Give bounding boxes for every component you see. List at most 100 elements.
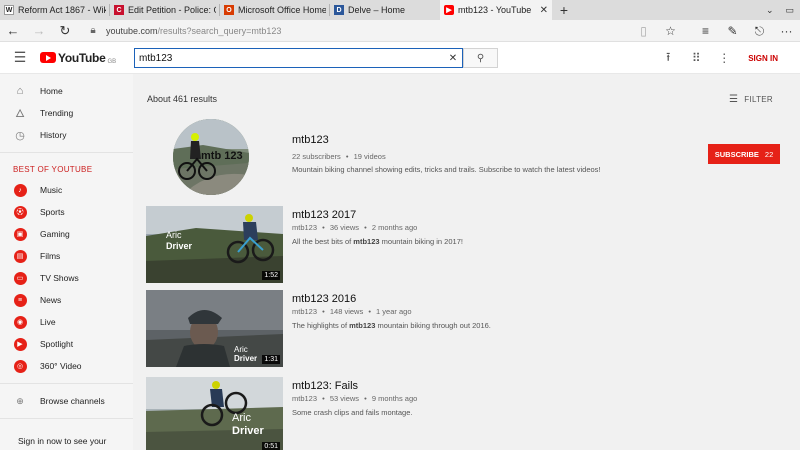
video-channel-link[interactable]: mtb123 [292, 307, 317, 316]
reading-view-icon[interactable]: ▯ [630, 20, 657, 42]
sidebar-item-tv-shows[interactable]: ▭ TV Shows [0, 267, 133, 289]
share-icon[interactable]: ⎋ [746, 20, 773, 42]
gaming-icon: ▣ [13, 227, 27, 241]
forward-icon[interactable]: → [26, 20, 52, 42]
sports-icon: ⚽︎ [13, 205, 27, 219]
browser-tab[interactable]: W Reform Act 1867 - Wikipedi [0, 0, 110, 20]
search-input[interactable] [135, 52, 444, 64]
sign-in-prompt: Sign in now to see your channels and rec… [18, 436, 107, 450]
video-description: All the best bits of mtb123 mountain bik… [292, 237, 463, 246]
menu-icon[interactable]: ☰ [0, 49, 40, 66]
video-result: Aric Driver 0:51 mtb123: Fails mtb123 • … [146, 377, 786, 450]
browser-tab-label: Delve – Home [348, 5, 406, 15]
sidebar-item-music[interactable]: ♪ Music [0, 179, 133, 201]
video-thumbnail[interactable]: Aric Driver 1:31 [146, 290, 283, 367]
channel-result: mtb 123 mtb123 22 subscribers • 19 video… [133, 118, 793, 203]
youtube-favicon-icon: ▶ [444, 5, 454, 15]
subscribe-button[interactable]: SUBSCRIBE 22 [708, 144, 780, 164]
tv-icon: ▭ [13, 271, 27, 285]
browser-tab-label: Edit Petition - Police: Get Ar [128, 5, 216, 15]
office-icon: O [224, 5, 234, 15]
video-title[interactable]: mtb123 2017 [292, 209, 356, 221]
filter-icon: ☰ [728, 94, 739, 105]
more-icon[interactable]: ··· [773, 20, 800, 42]
lock-icon[interactable]: 🔒︎ [84, 25, 102, 36]
add-circle-icon: ⊕ [16, 395, 24, 406]
sign-in-button[interactable]: SIGN IN [748, 54, 778, 63]
history-icon: ◷ [15, 129, 25, 142]
tab-preview-icon[interactable]: ⌄ [766, 5, 774, 16]
film-icon: ▤ [13, 249, 27, 263]
video-meta: mtb123 • 53 views • 9 months ago [292, 394, 418, 403]
change-org-icon: C [114, 5, 124, 15]
video-meta: mtb123 • 148 views • 1 year ago [292, 307, 412, 316]
video-result: Aric Driver 1:52 mtb123 2017 mtb123 • 36… [146, 206, 786, 284]
browser-tab[interactable]: C Edit Petition - Police: Get Ar [110, 0, 220, 20]
back-icon[interactable]: ← [0, 20, 26, 42]
close-tab-icon[interactable]: ✕ [540, 5, 548, 16]
youtube-logo[interactable]: YouTube GB [40, 51, 116, 65]
sidebar-item-sports[interactable]: ⚽︎ Sports [0, 201, 133, 223]
thumbnail-text: Driver [234, 354, 257, 363]
video-thumbnail[interactable]: Aric Driver 0:51 [146, 377, 283, 450]
sidebar-item-trending[interactable]: 🜂 Trending [0, 102, 133, 124]
browser-address-bar: ← → ↻ 🔒︎ youtube.com/results?search_quer… [0, 20, 800, 42]
video-duration: 0:51 [262, 442, 280, 450]
channel-avatar[interactable]: mtb 123 [173, 119, 249, 195]
browser-tab-strip: W Reform Act 1867 - Wikipedi C Edit Peti… [0, 0, 800, 20]
thumbnail-text: Driver [166, 241, 193, 251]
new-tab-button[interactable]: + [552, 0, 576, 20]
video-description: Some crash clips and fails montage. [292, 408, 413, 417]
video-description: The highlights of mtb123 mountain biking… [292, 321, 491, 330]
wikipedia-icon: W [4, 5, 14, 15]
url-field[interactable]: youtube.com/results?search_query=mtb123 [106, 26, 281, 36]
video-channel-link[interactable]: mtb123 [292, 394, 317, 403]
sidebar-item-films[interactable]: ▤ Films [0, 245, 133, 267]
favorite-star-icon[interactable]: ☆ [657, 20, 684, 42]
web-note-icon[interactable]: ✎ [719, 20, 746, 42]
hub-icon[interactable]: ≡ [692, 20, 719, 42]
thumbnail-text: Aric [232, 412, 251, 424]
music-icon: ♪ [13, 183, 27, 197]
sidebar-item-home[interactable]: ⌂ Home [0, 80, 133, 102]
flame-icon: 🜂 [15, 108, 25, 120]
sidebar: ⌂ Home 🜂 Trending ◷ History BEST OF YOUT… [0, 74, 133, 450]
subscriber-count: 22 [764, 149, 774, 159]
sidebar-item-360-video[interactable]: ◎ 360° Video [0, 355, 133, 377]
sidebar-item-spotlight[interactable]: ▶ Spotlight [0, 333, 133, 355]
search-button[interactable]: ⚲ [463, 48, 498, 68]
channel-meta: 22 subscribers • 19 videos [292, 152, 386, 161]
upload-icon[interactable]: ⭱ [654, 48, 682, 69]
browser-tab-active[interactable]: ▶ mtb123 - YouTube ✕ [440, 0, 552, 20]
sidebar-item-news[interactable]: ≡ News [0, 289, 133, 311]
apps-grid-icon[interactable]: ⠿ [682, 51, 710, 65]
browser-tab[interactable]: O Microsoft Office Home [220, 0, 330, 20]
360-icon: ◎ [13, 359, 27, 373]
youtube-header: ☰ YouTube GB ✕ ⚲ ⭱ ⠿ ⋮ SIGN IN [0, 42, 800, 74]
video-channel-link[interactable]: mtb123 [292, 223, 317, 232]
sidebar-item-browse-channels[interactable]: ⊕ Browse channels [0, 390, 133, 412]
channel-title[interactable]: mtb123 [292, 134, 329, 146]
browser-tab[interactable]: D Delve – Home [330, 0, 440, 20]
video-thumbnail[interactable]: Aric Driver 1:52 [146, 206, 283, 283]
thumbnail-text: Driver [232, 425, 265, 437]
sidebar-item-gaming[interactable]: ▣ Gaming [0, 223, 133, 245]
section-heading: BEST OF YOUTUBE [13, 164, 93, 174]
delve-icon: D [334, 5, 344, 15]
video-title[interactable]: mtb123: Fails [292, 380, 358, 392]
search-box: ✕ [134, 48, 463, 68]
sidebar-item-live[interactable]: ◉ Live [0, 311, 133, 333]
video-meta: mtb123 • 36 views • 2 months ago [292, 223, 418, 232]
settings-dots-icon[interactable]: ⋮ [710, 51, 738, 65]
video-title[interactable]: mtb123 2016 [292, 293, 356, 305]
video-duration: 1:31 [262, 355, 280, 364]
sidebar-item-history[interactable]: ◷ History [0, 124, 133, 146]
set-aside-tabs-icon[interactable]: ▭ [786, 5, 795, 16]
video-duration: 1:52 [262, 271, 280, 280]
results-panel: About 461 results ☰ FILTER mtb 123 mtb12… [133, 74, 793, 450]
news-icon: ≡ [13, 293, 27, 307]
filter-button[interactable]: ☰ FILTER [729, 94, 773, 105]
clear-search-icon[interactable]: ✕ [444, 53, 462, 64]
search-icon: ⚲ [476, 52, 485, 64]
refresh-icon[interactable]: ↻ [52, 20, 78, 42]
